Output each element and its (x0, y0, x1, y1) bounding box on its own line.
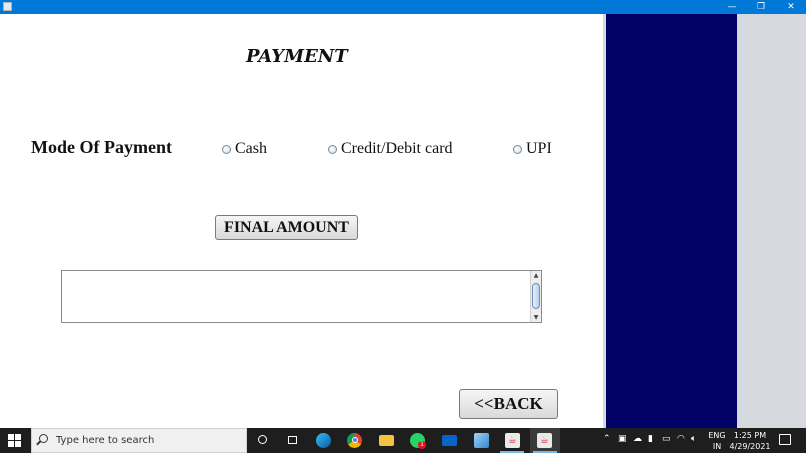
radio-button-icon[interactable] (222, 144, 231, 154)
radio-credit-debit-card-label: Credit/Debit card (341, 140, 453, 157)
clock[interactable]: 1:25 PM 4/29/2021 (729, 430, 771, 452)
back-button[interactable]: <<BACK (459, 389, 558, 419)
cortana-circle-icon[interactable] (255, 433, 270, 448)
task-view-icon[interactable] (285, 433, 300, 448)
onedrive-icon[interactable]: ☁ (633, 434, 642, 444)
side-panel-gray (737, 14, 806, 428)
mode-of-payment-label: Mode Of Payment (31, 137, 172, 157)
chevron-up-icon[interactable]: ⌃ (603, 434, 611, 444)
maximize-button[interactable]: ❐ (746, 0, 776, 14)
notification-badge: 1 (418, 441, 426, 449)
side-panel-navy (606, 14, 737, 428)
language-code: ENG (708, 431, 726, 440)
clock-date: 4/29/2021 (729, 442, 771, 451)
clock-time: 1:25 PM (733, 431, 767, 440)
region-code: IN (712, 442, 722, 451)
radio-button-icon[interactable] (328, 144, 337, 154)
taskbar-search-box[interactable]: Type here to search (31, 428, 247, 453)
radio-button-icon[interactable] (513, 144, 522, 154)
battery-icon[interactable]: ▭ (662, 434, 671, 444)
meet-now-icon[interactable]: ▣ (618, 434, 627, 444)
radio-cash-label: Cash (235, 140, 267, 157)
amount-output-textarea[interactable]: ▲ ▼ (61, 270, 542, 323)
search-placeholder: Type here to search (56, 435, 155, 446)
app-icon (3, 2, 12, 11)
usb-icon[interactable]: ▮ (648, 434, 653, 444)
search-icon (39, 434, 48, 443)
language-indicator[interactable]: ENG IN (706, 430, 728, 452)
action-center-icon[interactable] (779, 434, 791, 445)
scroll-thumb[interactable] (532, 283, 540, 309)
window-titlebar: — ❐ ✕ (0, 0, 806, 14)
taskbar: Type here to search 1 ☕ ☕ ⌃ ▣ ☁ ▮ ▭ ◠ 🔈︎… (0, 428, 806, 453)
scroll-up-arrow-icon[interactable]: ▲ (531, 271, 541, 280)
java-icon[interactable]: ☕ (505, 433, 520, 448)
chrome-icon[interactable] (347, 433, 362, 448)
edge-icon[interactable] (316, 433, 331, 448)
close-button[interactable]: ✕ (776, 0, 806, 14)
vertical-scrollbar[interactable]: ▲ ▼ (530, 271, 541, 322)
file-explorer-icon[interactable] (379, 435, 394, 446)
minimize-button[interactable]: — (717, 0, 747, 14)
page-title: PAYMENT (246, 46, 348, 67)
java-icon-active[interactable]: ☕ (537, 433, 552, 448)
3d-box-icon[interactable] (474, 433, 489, 448)
volume-icon[interactable]: 🔈︎ (691, 434, 696, 444)
radio-upi-label: UPI (526, 140, 552, 157)
mail-icon[interactable] (442, 435, 457, 446)
radio-upi[interactable]: UPI (513, 140, 552, 158)
final-amount-button[interactable]: FINAL AMOUNT (215, 215, 358, 240)
scroll-down-arrow-icon[interactable]: ▼ (531, 313, 541, 322)
radio-cash[interactable]: Cash (222, 140, 267, 158)
radio-credit-debit-card[interactable]: Credit/Debit card (328, 140, 453, 158)
windows-start-icon[interactable] (8, 434, 22, 448)
wifi-icon[interactable]: ◠ (677, 434, 685, 444)
